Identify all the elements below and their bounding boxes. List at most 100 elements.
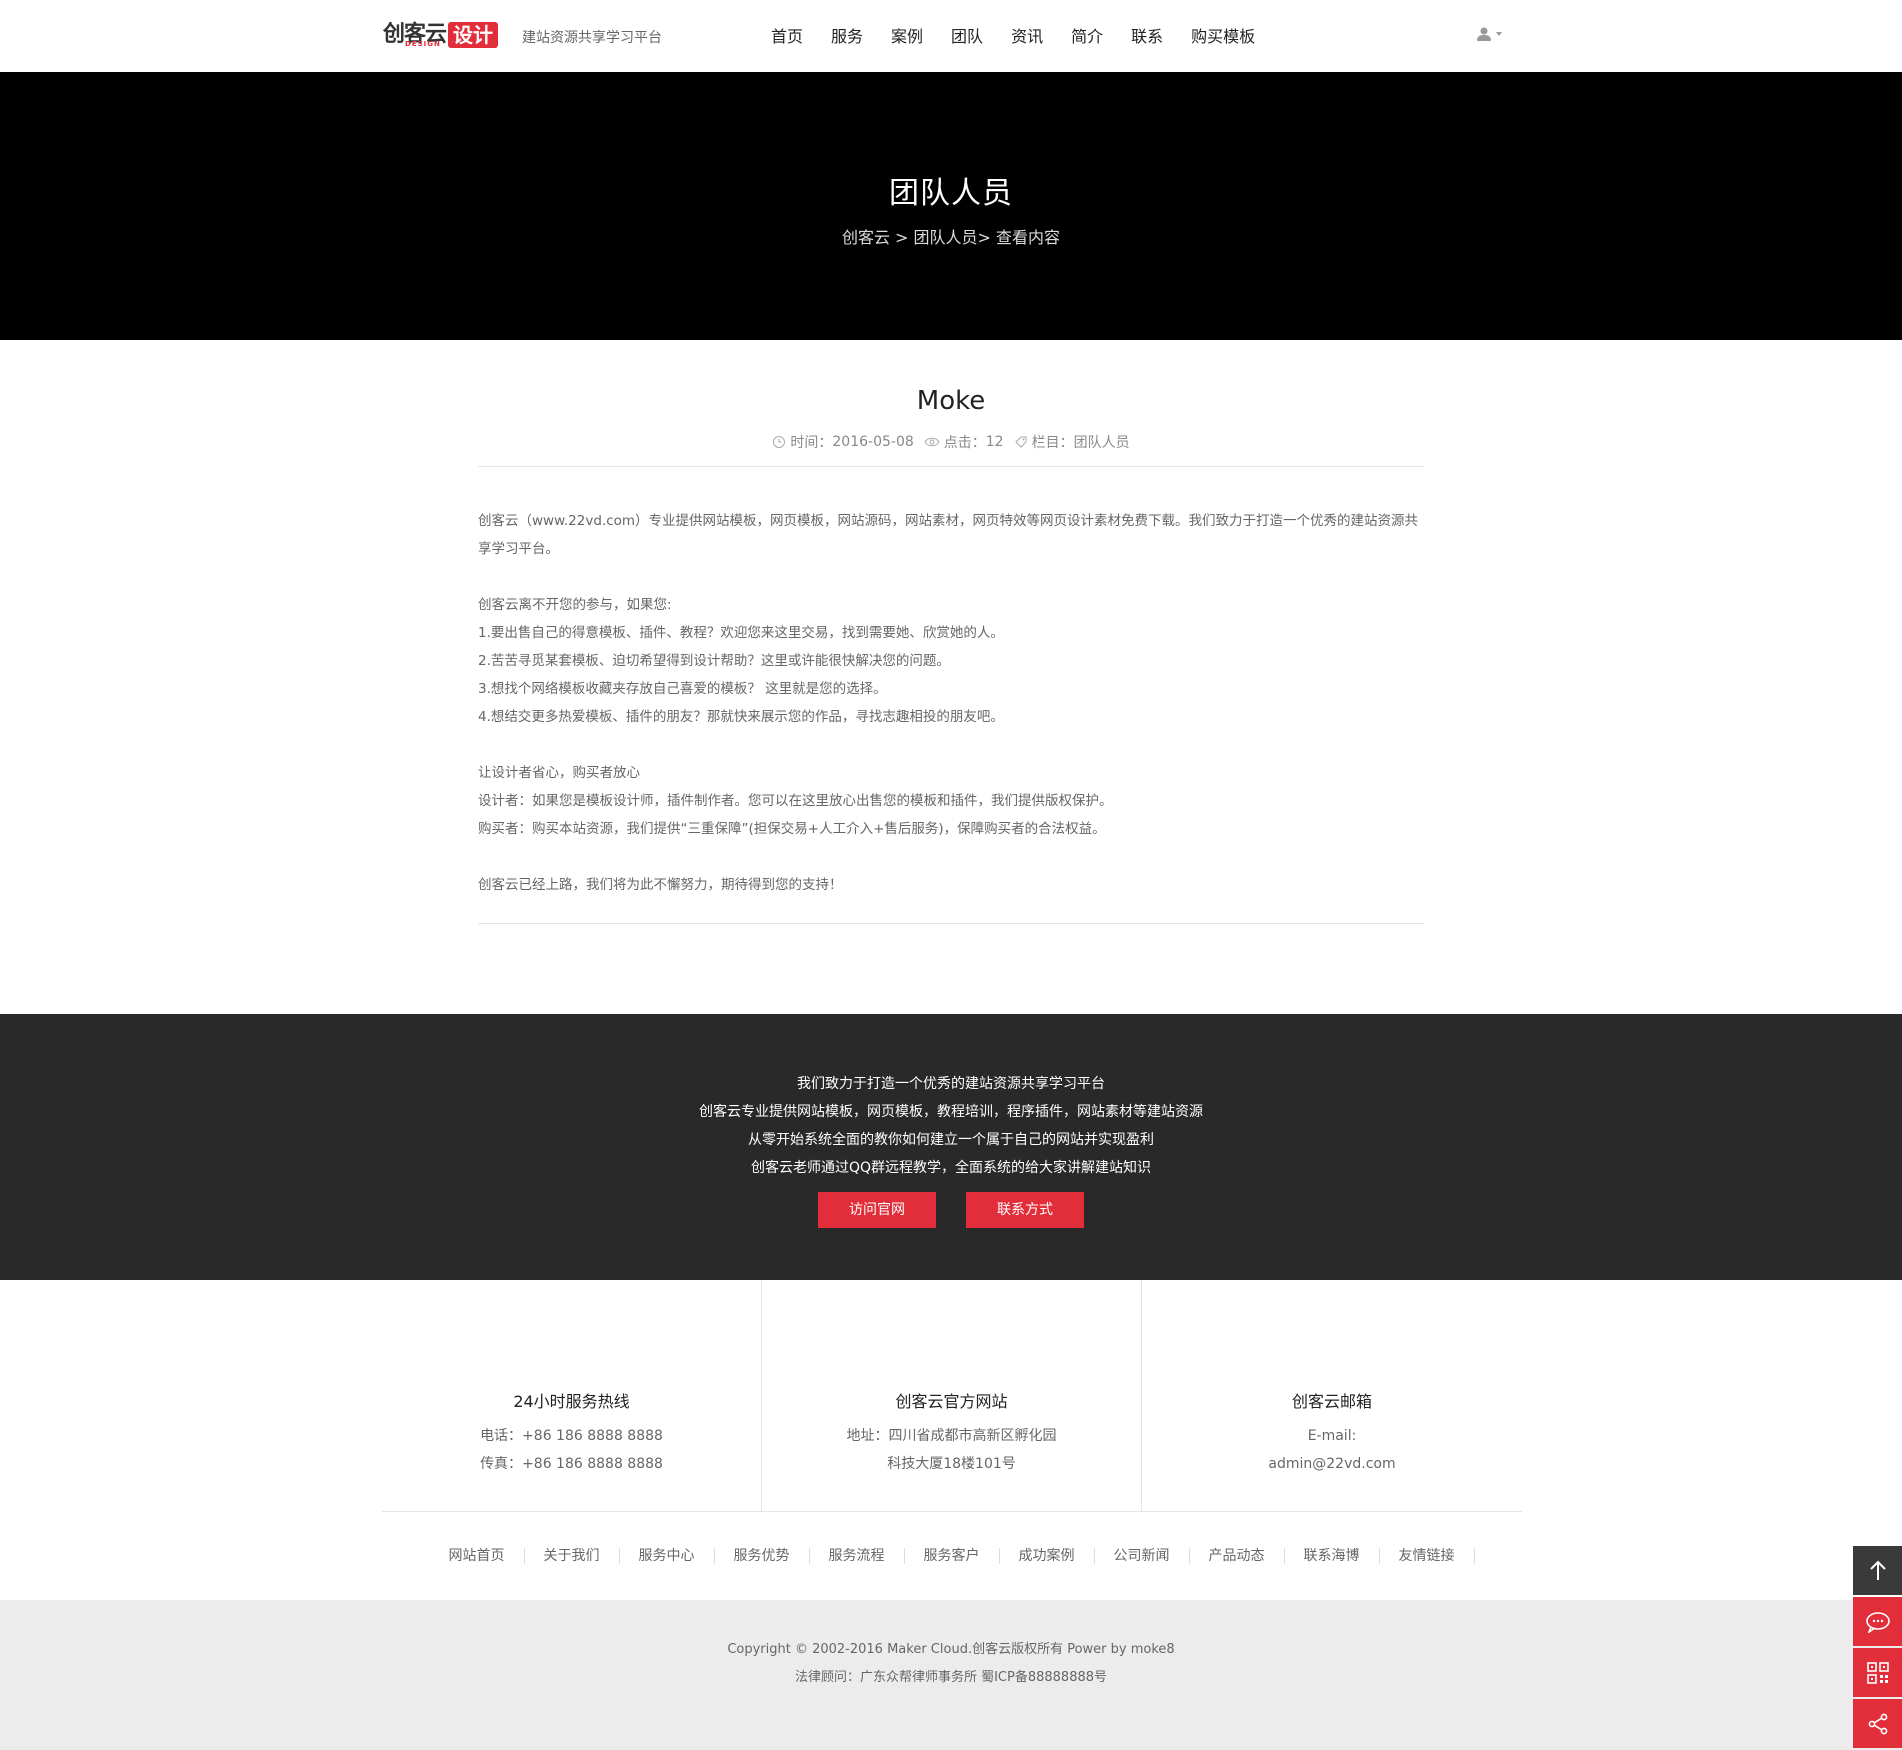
user-icon [1477, 27, 1491, 41]
phone-text: 电话：+86 186 8888 8888 [480, 1428, 663, 1444]
divider [478, 923, 1424, 924]
article-paragraph: 创客云离不开您的参与，如果您: [478, 597, 672, 613]
meta-time-value: 2016-05-08 [832, 434, 914, 450]
footer-link-cases[interactable]: 成功案例 [1000, 1548, 1095, 1564]
visit-site-button[interactable]: 访问官网 [818, 1192, 936, 1228]
nav-about[interactable]: 简介 [1071, 24, 1103, 50]
divider [478, 466, 1424, 467]
meta-column-value[interactable]: 团队人员 [1074, 432, 1130, 452]
article-paragraph [478, 843, 1424, 871]
contact-info: 24小时服务热线 电话：+86 186 8888 8888 传真：+86 186… [382, 1280, 1522, 1512]
page-title: 团队人员 [889, 176, 1013, 211]
logo-badge: 设计 [448, 22, 499, 48]
nav-news[interactable]: 资讯 [1011, 24, 1043, 50]
breadcrumb-separator: > [977, 228, 997, 247]
meta-column: 栏目： 团队人员 [1014, 432, 1130, 452]
footer-link-service-center[interactable]: 服务中心 [620, 1548, 715, 1564]
share-button[interactable] [1853, 1699, 1902, 1748]
hotline-column: 24小时服务热线 电话：+86 186 8888 8888 传真：+86 186… [382, 1280, 762, 1511]
article-paragraph: 3.想找个网络模板收藏夹存放自己喜爱的模板？ 这里就是您的选择。 [478, 681, 887, 697]
copyright-bar: Copyright © 2002-2016 Maker Cloud.创客云版权所… [0, 1600, 1902, 1750]
email-column: 创客云邮箱 E-mail: admin@22vd.com [1142, 1280, 1522, 1511]
website-column: 创客云官方网站 地址：四川省成都市高新区孵化园 科技大厦18楼101号 [762, 1280, 1142, 1511]
footer-link-about[interactable]: 关于我们 [525, 1548, 620, 1564]
nav-home[interactable]: 首页 [771, 24, 803, 50]
legal-text: 法律顾问：广东众帮律师事务所 蜀ICP备88888888号 [794, 1670, 1108, 1685]
footer-link-friends[interactable]: 友情链接 [1380, 1548, 1475, 1564]
article-paragraph: 4.想结交更多热爱模板、插件的朋友？那就快来展示您的作品，寻找志趣相投的朋友吧。 [478, 709, 1004, 725]
email-address[interactable]: admin@22vd.com [1142, 1450, 1522, 1478]
article-paragraph: 创客云（www.22vd.com）专业提供网站模板，网页模板，网站源码，网站素材… [478, 513, 1419, 557]
promo-line: 我们致力于打造一个优秀的建站资源共享学习平台 [797, 1076, 1105, 1092]
promo-text: 我们致力于打造一个优秀的建站资源共享学习平台 创客云专业提供网站模板，网页模板，… [0, 1014, 1902, 1182]
site-header: 创客云 DESIGN 设计 建站资源共享学习平台 首页 服务 案例 团队 资讯 … [0, 0, 1902, 72]
footer-link-product[interactable]: 产品动态 [1190, 1548, 1285, 1564]
footer-link-contact[interactable]: 联系海博 [1285, 1548, 1380, 1564]
article-paragraph: 让设计者省心，购买者放心 [478, 765, 640, 781]
user-menu[interactable] [1476, 26, 1502, 42]
nav-buy-template[interactable]: 购买模板 [1191, 24, 1255, 50]
footer-link-process[interactable]: 服务流程 [810, 1548, 905, 1564]
email-label: E-mail: [1307, 1428, 1357, 1444]
promo-line: 创客云专业提供网站模板，网页模板，教程培训，程序插件，网站素材等建站资源 [699, 1104, 1203, 1120]
article-paragraph [478, 731, 1424, 759]
fax-text: 传真：+86 186 8888 8888 [480, 1456, 663, 1472]
site-logo[interactable]: 创客云 DESIGN 设计 [383, 18, 499, 52]
meta-column-label: 栏目： [1031, 435, 1074, 451]
meta-time-label: 时间： [790, 435, 833, 451]
footer-link-home[interactable]: 网站首页 [430, 1548, 525, 1564]
nav-team[interactable]: 团队 [951, 24, 983, 50]
contact-button[interactable]: 联系方式 [966, 1192, 1084, 1228]
promo-line: 从零开始系统全面的教你如何建立一个属于自己的网站并实现盈利 [748, 1132, 1154, 1148]
article-content: 创客云（www.22vd.com）专业提供网站模板，网页模板，网站源码，网站素材… [478, 507, 1424, 899]
article-paragraph: 创客云已经上路，我们将为此不懈努力，期待得到您的支持！ [478, 877, 843, 893]
footer-link-clients[interactable]: 服务客户 [905, 1548, 1000, 1564]
side-toolbar [1853, 1546, 1902, 1750]
article-paragraph: 2.苦苦寻觅某套模板、迫切希望得到设计帮助？这里或许能很快解决您的问题。 [478, 653, 950, 669]
article: Moke 时间： 2016-05-08 点击： 12 栏目： 团队人员 创客云（www… [478, 340, 1424, 924]
article-paragraph: 购买者：购买本站资源，我们提供“三重保障”(担保交易+人工介入+售后服务)，保障… [478, 821, 1106, 837]
footer-links: 网站首页 关于我们 服务中心 服务优势 服务流程 服务客户 成功案例 公司新闻 … [382, 1512, 1522, 1600]
nav-cases[interactable]: 案例 [891, 24, 923, 50]
page-banner: 团队人员 创客云 > 团队人员> 查看内容 [0, 72, 1902, 340]
breadcrumb-current: 查看内容 [996, 228, 1061, 247]
footer-link-advantages[interactable]: 服务优势 [715, 1548, 810, 1564]
nav-services[interactable]: 服务 [831, 24, 863, 50]
address-text: 地址：四川省成都市高新区孵化园 [846, 1428, 1057, 1444]
article-meta: 时间： 2016-05-08 点击： 12 栏目： 团队人员 [478, 432, 1424, 452]
article-paragraph: 设计者：如果您是模板设计师，插件制作者。您可以在这里放心出售您的模板和插件，我们… [478, 793, 1113, 809]
arrow-up-icon [1869, 1560, 1886, 1580]
article-paragraph: 1.要出售自己的得意模板、插件、教程？欢迎您来这里交易，找到需要她、欣赏她的人。 [478, 625, 1004, 641]
promo-buttons: 访问官网 联系方式 [0, 1192, 1902, 1228]
meta-clicks-label: 点击： [943, 435, 986, 451]
site-slogan: 建站资源共享学习平台 [522, 30, 662, 46]
nav-contact[interactable]: 联系 [1131, 24, 1163, 50]
eye-icon [924, 437, 940, 447]
breadcrumb-team[interactable]: 团队人员 [914, 228, 978, 247]
website-title: 创客云官方网站 [895, 1392, 1008, 1411]
address-text-2: 科技大厦18楼101号 [887, 1456, 1016, 1472]
hotline-title: 24小时服务热线 [513, 1392, 630, 1411]
logo-subtext: DESIGN [405, 40, 441, 48]
chevron-down-icon [1496, 32, 1502, 36]
promo-line: 创客云老师通过QQ群远程教学，全面系统的给大家讲解建站知识 [750, 1160, 1152, 1176]
email-title: 创客云邮箱 [1291, 1392, 1372, 1411]
footer-link-news[interactable]: 公司新闻 [1095, 1548, 1190, 1564]
clock-icon [773, 436, 786, 448]
breadcrumb-separator: > [889, 228, 914, 247]
qrcode-button[interactable] [1853, 1648, 1902, 1697]
meta-clicks: 点击： 12 [924, 432, 1004, 452]
tag-icon [1014, 436, 1027, 448]
article-title: Moke [916, 386, 986, 416]
share-icon [1868, 1713, 1887, 1734]
breadcrumb-home[interactable]: 创客云 [842, 228, 890, 247]
article-paragraph [478, 563, 1424, 591]
copyright-text: Copyright © 2002-2016 Maker Cloud.创客云版权所… [727, 1642, 1175, 1657]
meta-clicks-value: 12 [985, 434, 1004, 450]
promo-band: 我们致力于打造一个优秀的建站资源共享学习平台 创客云专业提供网站模板，网页模板，… [0, 1014, 1902, 1280]
main-nav: 首页 服务 案例 团队 资讯 简介 联系 购买模板 [771, 24, 1283, 50]
chat-button[interactable] [1853, 1597, 1902, 1646]
breadcrumb: 创客云 > 团队人员> 查看内容 [0, 224, 1902, 248]
back-to-top-button[interactable] [1853, 1546, 1902, 1595]
qrcode-icon [1866, 1661, 1889, 1684]
